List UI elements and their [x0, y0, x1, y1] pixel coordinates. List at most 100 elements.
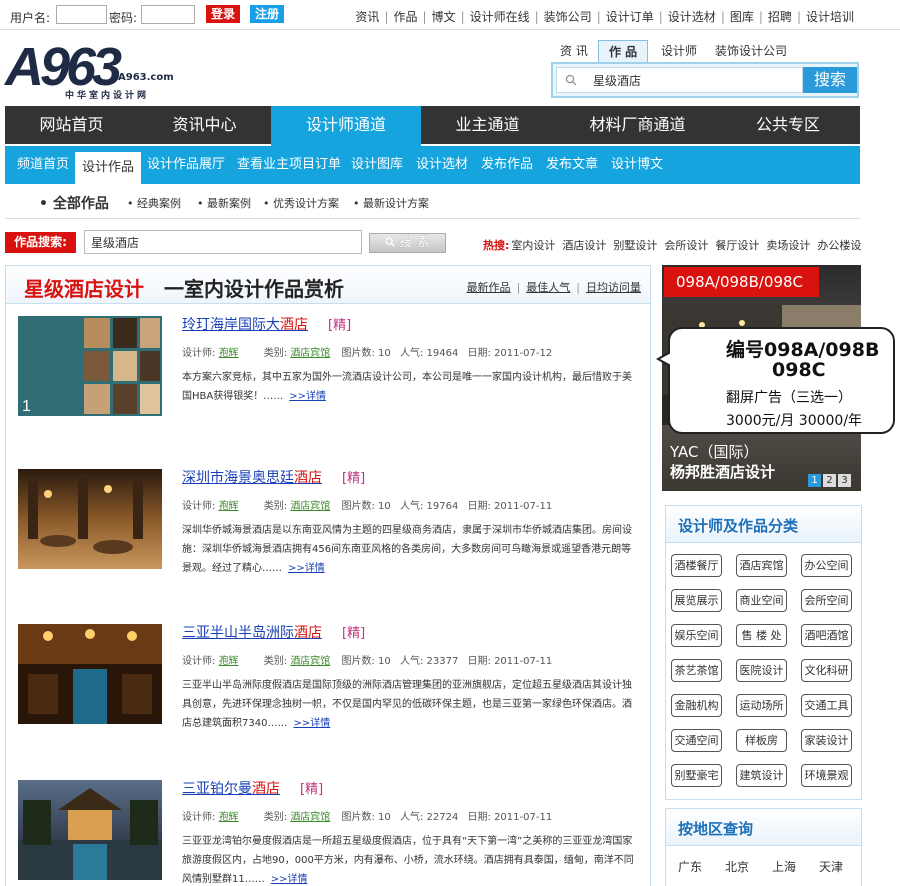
nav-owner[interactable]: 业主通道 [421, 106, 554, 144]
category-link[interactable]: 酒店宾馆 [290, 501, 330, 512]
hot-search-link[interactable]: 办公楼设 [817, 239, 861, 252]
ad-page-2[interactable]: 2 [823, 474, 836, 487]
category-tag[interactable]: 建筑设计 [736, 764, 787, 787]
filter-all[interactable]: • 全部作品 [39, 193, 109, 213]
filter-excellent[interactable]: • 优秀设计方案 [263, 195, 339, 211]
top-link[interactable]: 设计选材 [668, 10, 716, 24]
category-tag[interactable]: 交通空间 [671, 729, 722, 752]
category-tag[interactable]: 医院设计 [736, 659, 787, 682]
search-tab-company[interactable]: 装饰设计公司 [715, 40, 787, 62]
category-tag[interactable]: 酒吧酒馆 [801, 624, 852, 647]
search-input[interactable] [556, 67, 803, 93]
category-tag[interactable]: 交通工具 [801, 694, 852, 717]
hot-search-link[interactable]: 会所设计 [664, 239, 708, 252]
site-logo[interactable]: A963 A963.com 中华室内设计网 [5, 36, 195, 102]
category-tag[interactable]: 售 楼 处 [736, 624, 787, 647]
subnav-gallery[interactable]: 设计图库 [351, 146, 403, 184]
details-link[interactable]: >>详情 [271, 874, 308, 885]
work-search-input[interactable] [84, 230, 362, 254]
work-search-button[interactable]: 搜 索 [369, 233, 446, 253]
details-link[interactable]: >>详情 [289, 391, 326, 402]
category-tag[interactable]: 商业空间 [736, 589, 787, 612]
category-link[interactable]: 酒店宾馆 [290, 656, 330, 667]
category-tag[interactable]: 家装设计 [801, 729, 852, 752]
category-tag[interactable]: 办公空间 [801, 554, 852, 577]
subnav-works-hall[interactable]: 设计作品展厅 [147, 146, 225, 184]
category-tag[interactable]: 运动场所 [736, 694, 787, 717]
category-tag[interactable]: 酒店宾馆 [736, 554, 787, 577]
filter-newest-plan[interactable]: • 最新设计方案 [353, 195, 429, 211]
designer-link[interactable]: 孢辉 [219, 348, 239, 359]
filter-classic[interactable]: • 经典案例 [127, 195, 181, 211]
region-beijing[interactable]: 北京 [725, 858, 749, 875]
category-tag[interactable]: 环境景观 [801, 764, 852, 787]
region-shanghai[interactable]: 上海 [772, 858, 796, 875]
login-button[interactable]: 登录 [206, 5, 240, 23]
nav-designer[interactable]: 设计师通道 [271, 106, 421, 146]
work-thumbnail[interactable] [18, 469, 162, 569]
top-link[interactable]: 设计师在线 [470, 10, 530, 24]
ad-page-3[interactable]: 3 [838, 474, 851, 487]
top-link[interactable]: 设计订单 [606, 10, 654, 24]
category-tag[interactable]: 娱乐空间 [671, 624, 722, 647]
region-guangdong[interactable]: 广东 [678, 858, 702, 875]
work-title-link[interactable]: 三亚半山半岛洲际酒店 [182, 622, 322, 642]
hot-search-link[interactable]: 酒店设计 [562, 239, 606, 252]
category-tag[interactable]: 金融机构 [671, 694, 722, 717]
designer-link[interactable]: 孢辉 [219, 656, 239, 667]
subnav-publish-article[interactable]: 发布文章 [546, 146, 598, 184]
work-title-link[interactable]: 玲玎海岸国际大酒店 [182, 314, 308, 334]
subnav-channel-home[interactable]: 频道首页 [17, 146, 69, 184]
nav-home[interactable]: 网站首页 [5, 106, 138, 144]
subnav-publish-work[interactable]: 发布作品 [481, 146, 533, 184]
password-input[interactable] [141, 5, 195, 24]
subnav-design-works[interactable]: 设计作品 [75, 152, 142, 184]
search-button[interactable]: 搜索 [803, 67, 857, 93]
hot-search-link[interactable]: 别墅设计 [613, 239, 657, 252]
hot-search-link[interactable]: 餐厅设计 [715, 239, 759, 252]
subnav-blog[interactable]: 设计博文 [611, 146, 663, 184]
region-tianjin[interactable]: 天津 [819, 858, 843, 875]
top-link[interactable]: 博文 [432, 10, 456, 24]
username-input[interactable] [56, 5, 107, 24]
top-link[interactable]: 招聘 [768, 10, 792, 24]
category-tag[interactable]: 会所空间 [801, 589, 852, 612]
category-tag[interactable]: 文化科研 [801, 659, 852, 682]
category-tag[interactable]: 酒楼餐厅 [671, 554, 722, 577]
top-link[interactable]: 装饰公司 [544, 10, 592, 24]
designer-link[interactable]: 孢辉 [219, 812, 239, 823]
search-tab-works[interactable]: 作 品 [598, 40, 649, 62]
top-link[interactable]: 资讯 [355, 10, 379, 24]
category-tag[interactable]: 别墅豪宅 [671, 764, 722, 787]
search-tab-news[interactable]: 资 讯 [560, 40, 588, 62]
subnav-owner-orders[interactable]: 查看业主项目订单 [237, 146, 341, 184]
subnav-materials[interactable]: 设计选材 [416, 146, 468, 184]
work-thumbnail[interactable] [18, 780, 162, 880]
nav-supplier[interactable]: 材料厂商通道 [554, 106, 721, 144]
sort-newest[interactable]: 最新作品 [467, 281, 511, 294]
sort-popular[interactable]: 最佳人气 [526, 281, 570, 294]
details-link[interactable]: >>详情 [288, 563, 325, 574]
sort-daily-visits[interactable]: 日均访问量 [586, 281, 641, 294]
category-tag[interactable]: 茶艺茶馆 [671, 659, 722, 682]
details-link[interactable]: >>详情 [293, 718, 330, 729]
designer-link[interactable]: 孢辉 [219, 501, 239, 512]
top-link[interactable]: 设计培训 [806, 10, 854, 24]
category-tag[interactable]: 展览展示 [671, 589, 722, 612]
category-link[interactable]: 酒店宾馆 [290, 348, 330, 359]
work-thumbnail[interactable]: 1 [18, 316, 162, 416]
hot-search-link[interactable]: 室内设计 [511, 239, 555, 252]
filter-latest[interactable]: • 最新案例 [197, 195, 251, 211]
top-link[interactable]: 图库 [730, 10, 754, 24]
top-link[interactable]: 作品 [393, 10, 417, 24]
work-thumbnail[interactable] [18, 624, 162, 724]
category-link[interactable]: 酒店宾馆 [290, 812, 330, 823]
work-title-link[interactable]: 深圳市海景奥思廷酒店 [182, 467, 322, 487]
work-title-link[interactable]: 三亚铂尔曼酒店 [182, 778, 280, 798]
register-button[interactable]: 注册 [250, 5, 284, 23]
nav-public[interactable]: 公共专区 [721, 106, 855, 144]
hot-search-link[interactable]: 卖场设计 [766, 239, 810, 252]
category-tag[interactable]: 样板房 [736, 729, 787, 752]
ad-page-1[interactable]: 1 [808, 474, 821, 487]
nav-news[interactable]: 资讯中心 [138, 106, 271, 144]
